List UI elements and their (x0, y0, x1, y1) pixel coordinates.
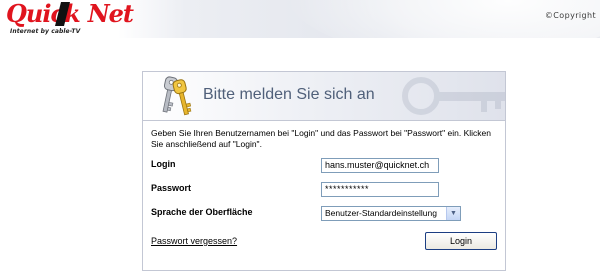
language-label: Sprache der Oberfläche (151, 207, 253, 217)
copyright-text: ©Copyright (544, 11, 596, 20)
logo-wordmark: Quick Net (6, 0, 134, 28)
login-button[interactable]: Login (425, 232, 497, 250)
login-panel-title: Bitte melden Sie sich an (203, 86, 375, 103)
quicknet-logo: Quick Net Internet by cable-TV (6, 0, 134, 38)
logo-tagline: Internet by cable-TV (10, 28, 81, 35)
login-panel: Bitte melden Sie sich an Geben Sie Ihren… (142, 71, 506, 271)
login-input[interactable]: hans.muster@quicknet.ch (321, 158, 439, 173)
top-banner: Quick Net Internet by cable-TV ©Copyright (0, 0, 600, 38)
password-label: Passwort (151, 183, 192, 193)
language-select-value: Benutzer-Standardeinstellung (325, 208, 437, 218)
password-input[interactable]: *********** (321, 182, 439, 197)
login-label: Login (151, 159, 176, 169)
logo-word-net: Net (87, 0, 134, 28)
forgot-password-link[interactable]: Passwort vergessen? (151, 236, 237, 246)
language-select[interactable]: Benutzer-Standardeinstellung ▼ (321, 206, 461, 221)
login-instructions: Geben Sie Ihren Benutzernamen bei "Login… (151, 128, 491, 149)
login-panel-header: Bitte melden Sie sich an (143, 72, 505, 121)
keys-icon (162, 76, 192, 116)
background-key-icon (402, 77, 505, 115)
chevron-down-icon[interactable]: ▼ (446, 207, 460, 220)
